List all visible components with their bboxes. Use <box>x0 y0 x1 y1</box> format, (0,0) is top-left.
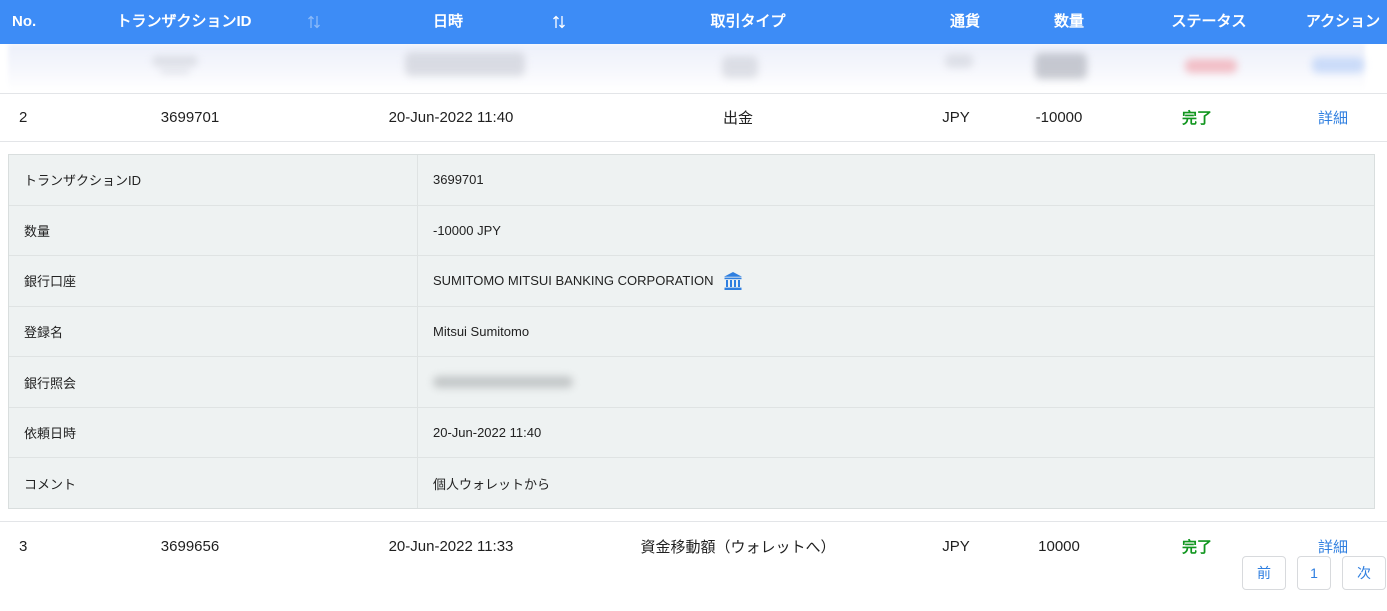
status-badge: 完了 <box>1181 110 1212 127</box>
table-row: 2 3699701 20-Jun-2022 11:40 出金 JPY -1000… <box>0 93 1387 142</box>
sort-arrows-icon[interactable] <box>551 14 567 30</box>
transaction-id: 3699656 <box>160 537 220 555</box>
redacted-value <box>433 376 573 389</box>
transaction-detail-panel: トランザクションID 3699701 数量 -10000 JPY 銀行口座 SU… <box>8 154 1375 509</box>
pagination-prev-button[interactable]: 前 <box>1242 556 1286 590</box>
detail-row-transaction-id: トランザクションID 3699701 <box>9 155 1374 206</box>
detail-value: -10000 JPY <box>433 222 501 238</box>
column-header-amount: 数量 <box>1053 13 1084 30</box>
column-header-no: No. <box>12 13 37 30</box>
detail-label: トランザクションID <box>9 155 418 205</box>
detail-row-bank-reference: 銀行照会 <box>9 357 1374 408</box>
amount: 10000 <box>1038 537 1080 555</box>
detail-label: 銀行口座 <box>9 256 418 306</box>
currency: JPY <box>942 109 970 126</box>
detail-value: 個人ウォレットから <box>433 476 551 492</box>
detail-row-bank-account: 銀行口座 SUMITOMO MITSUI BANKING CORPORATION <box>9 256 1374 307</box>
transaction-type: 資金移動額（ウォレットへ） <box>640 538 836 556</box>
row-number: 3 <box>19 537 28 555</box>
detail-row-comment: コメント 個人ウォレットから <box>9 458 1374 509</box>
details-link[interactable]: 詳細 <box>1293 94 1373 141</box>
detail-label: 登録名 <box>9 306 418 357</box>
blurred-content <box>1035 53 1087 79</box>
detail-label: コメント <box>9 458 418 509</box>
column-header-type: 取引タイプ <box>710 13 786 30</box>
sort-arrows-icon[interactable] <box>306 14 322 30</box>
blurred-content <box>160 68 190 74</box>
blurred-content <box>945 54 973 68</box>
row-number: 2 <box>19 109 28 126</box>
transaction-type: 出金 <box>722 110 753 127</box>
transaction-datetime: 20-Jun-2022 11:33 <box>388 537 514 555</box>
blurred-content <box>405 52 525 76</box>
detail-label: 数量 <box>9 205 418 256</box>
detail-label: 依頼日時 <box>9 407 418 458</box>
detail-label: 銀行照会 <box>9 357 418 407</box>
column-header-action: アクション <box>1305 13 1381 30</box>
blurred-content <box>722 56 758 78</box>
column-header-transaction-id: トランザクションID <box>116 13 252 30</box>
status-badge: 完了 <box>1181 538 1212 556</box>
blurred-content <box>152 56 198 66</box>
column-header-datetime: 日時 <box>432 13 463 30</box>
blurred-content <box>1312 57 1364 73</box>
amount: -10000 <box>1035 109 1083 126</box>
column-header-currency: 通貨 <box>949 13 980 30</box>
detail-value <box>418 357 1374 407</box>
detail-value: Mitsui Sumitomo <box>433 324 530 340</box>
transaction-id: 3699701 <box>160 109 220 126</box>
pagination-next-button[interactable]: 次 <box>1342 556 1386 590</box>
table-header: No. トランザクションID 日時 取引タイプ 通貨 数量 ステータス アクショ… <box>0 0 1387 44</box>
blurred-row-background <box>8 44 1365 90</box>
bank-name: SUMITOMO MITSUI BANKING CORPORATION <box>433 273 714 289</box>
currency: JPY <box>942 537 970 555</box>
blurred-table-row <box>0 44 1387 93</box>
detail-row-registered-name: 登録名 Mitsui Sumitomo <box>9 306 1374 358</box>
pagination-page-button[interactable]: 1 <box>1297 556 1331 590</box>
column-header-status: ステータス <box>1171 13 1247 30</box>
detail-row-amount: 数量 -10000 JPY <box>9 205 1374 257</box>
detail-value: 3699701 <box>433 172 484 188</box>
detail-row-request-datetime: 依頼日時 20-Jun-2022 11:40 <box>9 407 1374 459</box>
table-row: 3 3699656 20-Jun-2022 11:33 資金移動額（ウォレットへ… <box>0 521 1387 570</box>
transaction-datetime: 20-Jun-2022 11:40 <box>388 109 514 126</box>
detail-value: SUMITOMO MITSUI BANKING CORPORATION <box>418 256 1374 306</box>
bank-icon <box>723 271 743 291</box>
blurred-content <box>1185 59 1237 73</box>
detail-value: 20-Jun-2022 11:40 <box>433 425 542 441</box>
